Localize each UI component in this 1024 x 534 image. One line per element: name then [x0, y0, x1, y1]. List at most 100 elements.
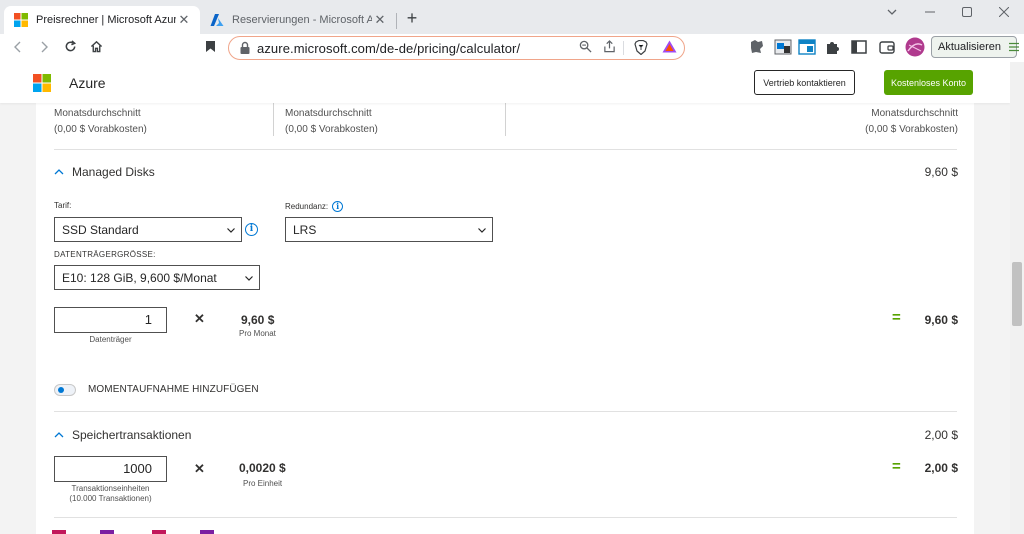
- url-text[interactable]: azure.microsoft.com/de-de/pricing/calcul…: [257, 41, 520, 56]
- chevron-down-icon: [478, 228, 486, 233]
- bookmark-icon[interactable]: [200, 38, 220, 58]
- brand-name[interactable]: Azure: [69, 75, 106, 91]
- page-content: Azure Vertrieb kontaktieren Kostenloses …: [0, 62, 1010, 534]
- tab-title: Reservierungen - Microsoft Azure: [232, 14, 372, 26]
- equals-icon: =: [892, 458, 901, 475]
- unit-price: 0,0020 $: [239, 461, 286, 475]
- reload-icon[interactable]: [60, 38, 80, 58]
- decorative-strip: [200, 530, 214, 534]
- back-icon[interactable]: [8, 38, 28, 58]
- contact-sales-button[interactable]: Vertrieb kontaktieren: [754, 70, 855, 95]
- unit-price: 9,60 $: [241, 313, 275, 327]
- transaction-units-subcaption: (10.000 Transaktionen): [69, 494, 152, 503]
- menu-icon[interactable]: [1008, 40, 1019, 55]
- disk-quantity-input[interactable]: 1: [54, 307, 167, 333]
- tier-select-value: SSD Standard: [62, 222, 139, 237]
- chevron-down-icon: [227, 228, 235, 233]
- section-divider: [54, 411, 957, 412]
- browser-tab-bar: Preisrechner | Microsoft Azure ✕ Reservi…: [0, 0, 1024, 34]
- tab-preisrechner[interactable]: Preisrechner | Microsoft Azure ✕: [4, 6, 200, 34]
- disk-size-label: DATENTRÄGERGRÖSSE:: [54, 250, 156, 259]
- chevron-up-icon[interactable]: [54, 430, 64, 440]
- managed-disks-header[interactable]: Managed Disks: [54, 165, 155, 179]
- summary-upfront: (0,00 $ Vorabkosten): [865, 124, 958, 135]
- line-total: 9,60 $: [924, 313, 958, 327]
- summary-label: Monatsdurchschnitt: [54, 108, 141, 119]
- decorative-strip: [100, 530, 114, 534]
- chevron-down-icon: [245, 276, 253, 281]
- window-close-icon[interactable]: [992, 4, 1016, 22]
- scrollbar-thumb[interactable]: [1012, 262, 1022, 326]
- search-icon[interactable]: [577, 40, 593, 56]
- share-icon[interactable]: [601, 40, 617, 56]
- chevron-down-icon[interactable]: [880, 4, 904, 22]
- disk-size-select-value: E10: 128 GiB, 9,600 $/Monat: [62, 270, 217, 285]
- redundancy-info-icon[interactable]: i: [332, 201, 344, 212]
- calculator-card: Monatsdurchschnitt (0,00 $ Vorabkosten) …: [36, 103, 974, 534]
- sidebar-icon[interactable]: [850, 38, 868, 56]
- storage-transactions-header[interactable]: Speichertransaktionen: [54, 428, 191, 442]
- tab-separator: [396, 13, 397, 29]
- brave-rewards-icon[interactable]: [661, 40, 677, 56]
- free-account-button[interactable]: Kostenloses Konto: [884, 70, 973, 95]
- tab-close-icon[interactable]: ✕: [372, 12, 388, 28]
- line-total: 2,00 $: [924, 461, 958, 475]
- transaction-units-caption: Transaktionseinheiten: [71, 484, 150, 493]
- redundancy-select[interactable]: LRS: [285, 217, 493, 242]
- snapshot-toggle-label[interactable]: MOMENTAUFNAHME HINZUFÜGEN: [88, 384, 259, 395]
- section-cost: 9,60 $: [924, 165, 958, 179]
- summary-label: Monatsdurchschnitt: [285, 108, 372, 119]
- section-divider: [54, 149, 957, 150]
- disk-size-select[interactable]: E10: 128 GiB, 9,600 $/Monat: [54, 265, 260, 290]
- unit-price-caption: Pro Einheit: [243, 479, 283, 488]
- equals-icon: =: [892, 309, 901, 326]
- column-divider: [505, 103, 506, 136]
- tier-select[interactable]: SSD Standard: [54, 217, 242, 242]
- tab-reservierungen[interactable]: Reservierungen - Microsoft Azure ✕: [200, 6, 396, 34]
- unit-price-caption: Pro Monat: [239, 329, 276, 338]
- tab-title: Preisrechner | Microsoft Azure: [36, 14, 176, 26]
- wallet-icon[interactable]: [878, 38, 896, 56]
- redundancy-label: Redundanz: i: [285, 201, 344, 212]
- puzzle-icon[interactable]: [824, 38, 842, 56]
- summary-upfront: (0,00 $ Vorabkosten): [285, 124, 378, 135]
- new-tab-icon[interactable]: +: [402, 9, 422, 29]
- disk-quantity-caption: Datenträger: [89, 335, 132, 344]
- tab-close-icon[interactable]: ✕: [176, 12, 192, 28]
- redundancy-label-text: Redundanz:: [285, 202, 329, 211]
- summary-label: Monatsdurchschnitt: [871, 108, 958, 119]
- forward-icon[interactable]: [34, 38, 54, 58]
- disk-size-label-text: DATENTRÄGERGRÖSSE:: [54, 250, 156, 259]
- summary-upfront: (0,00 $ Vorabkosten): [54, 124, 147, 135]
- extension-gear-icon[interactable]: [748, 38, 766, 56]
- snapshot-toggle[interactable]: [54, 384, 76, 396]
- lock-icon: [240, 41, 250, 54]
- address-bar[interactable]: azure.microsoft.com/de-de/pricing/calcul…: [228, 36, 685, 60]
- omnibox-divider: [623, 41, 624, 55]
- update-label: Aktualisieren: [938, 41, 1001, 53]
- tier-info-icon[interactable]: i: [245, 223, 258, 236]
- decorative-strip: [152, 530, 166, 534]
- minimize-icon[interactable]: [918, 4, 942, 22]
- section-title: Managed Disks: [72, 165, 155, 179]
- tier-label: Tarif:: [54, 201, 71, 210]
- section-cost: 2,00 $: [924, 428, 958, 442]
- transaction-units-input[interactable]: 1000: [54, 456, 167, 482]
- home-icon[interactable]: [86, 38, 106, 58]
- section-title: Speichertransaktionen: [72, 428, 192, 442]
- profile-avatar[interactable]: [905, 37, 925, 57]
- azure-favicon-icon: [210, 14, 224, 26]
- chevron-up-icon[interactable]: [54, 167, 64, 177]
- extension-window-icon[interactable]: [798, 38, 816, 56]
- brave-shield-icon[interactable]: [633, 39, 649, 56]
- extension-picture-icon[interactable]: [774, 38, 792, 56]
- azure-header: Azure Vertrieb kontaktieren Kostenloses …: [0, 62, 1010, 103]
- browser-toolbar: azure.microsoft.com/de-de/pricing/calcul…: [0, 34, 1024, 62]
- redundancy-select-value: LRS: [293, 222, 317, 237]
- section-divider: [54, 517, 957, 518]
- microsoft-logo[interactable]: [33, 74, 51, 92]
- microsoft-favicon-icon: [14, 13, 28, 27]
- multiply-icon: ✕: [194, 311, 205, 326]
- maximize-icon[interactable]: [955, 4, 979, 22]
- update-button[interactable]: Aktualisieren: [931, 36, 1019, 58]
